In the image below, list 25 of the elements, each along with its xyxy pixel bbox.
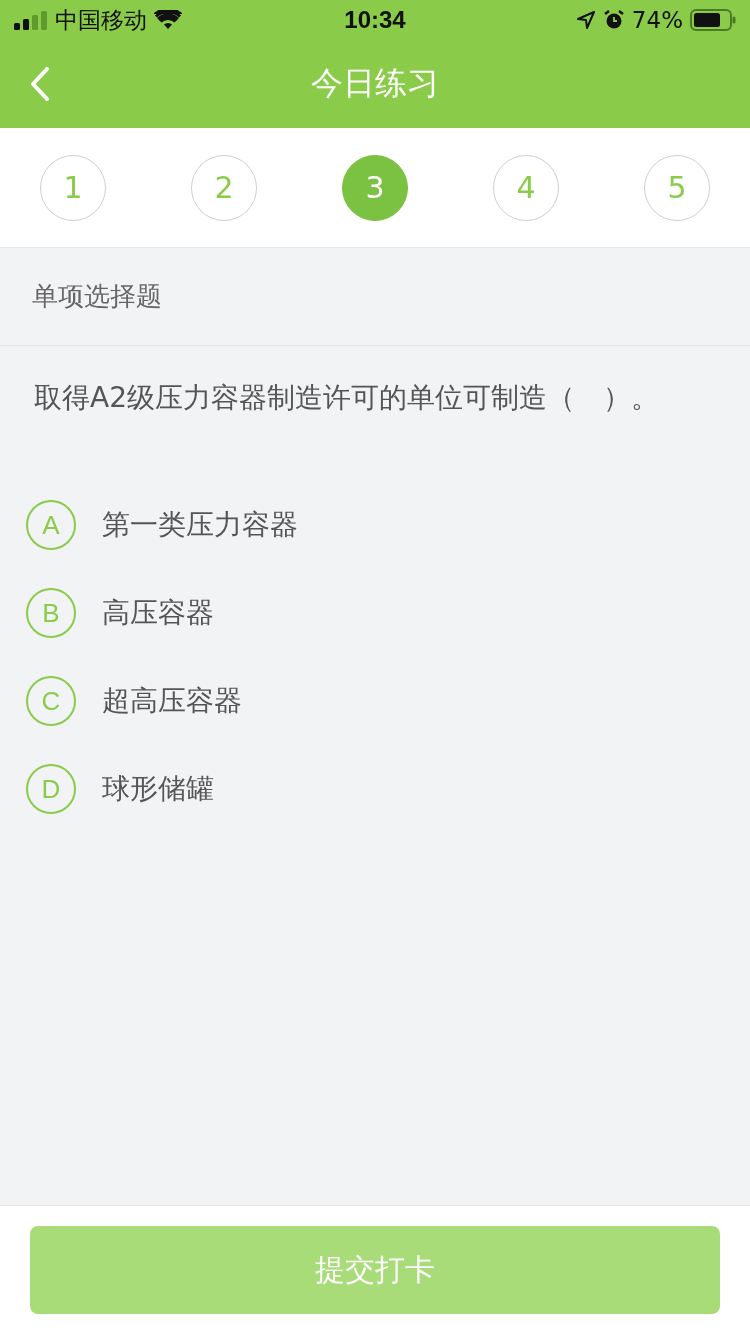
question-type: 单项选择题 <box>32 280 162 313</box>
option-text[interactable]: 高压容器 <box>102 594 214 632</box>
option-text[interactable]: 超高压容器 <box>102 682 242 720</box>
question-number-tab[interactable]: 3 <box>342 154 408 221</box>
question-number-tab[interactable]: 4 <box>493 154 559 221</box>
status-time: 10:34 <box>344 6 406 34</box>
location-icon <box>575 10 596 30</box>
option-text[interactable]: 第一类压力容器 <box>102 506 298 544</box>
battery-icon <box>690 9 736 31</box>
page-title: 今日练习 <box>311 63 439 104</box>
question-number-tab[interactable]: 1 <box>40 154 106 221</box>
option-text[interactable]: 球形储罐 <box>102 770 214 808</box>
option-letter[interactable]: A <box>26 500 76 550</box>
carrier-name: 中国移动 <box>55 5 147 35</box>
question-number-tab[interactable]: 2 <box>191 154 257 221</box>
back-icon[interactable] <box>30 67 50 101</box>
question-text: 取得A2级压力容器制造许可的单位可制造（ ）。 <box>33 380 660 416</box>
alarm-icon <box>602 9 625 31</box>
option-letter[interactable]: D <box>26 764 76 814</box>
signal-icon <box>14 10 48 30</box>
wifi-icon <box>154 10 182 30</box>
question-number-tab[interactable]: 5 <box>644 154 710 221</box>
option-letter[interactable]: C <box>26 676 76 726</box>
battery-percent: 74% <box>631 7 683 33</box>
option-letter[interactable]: B <box>26 588 76 638</box>
